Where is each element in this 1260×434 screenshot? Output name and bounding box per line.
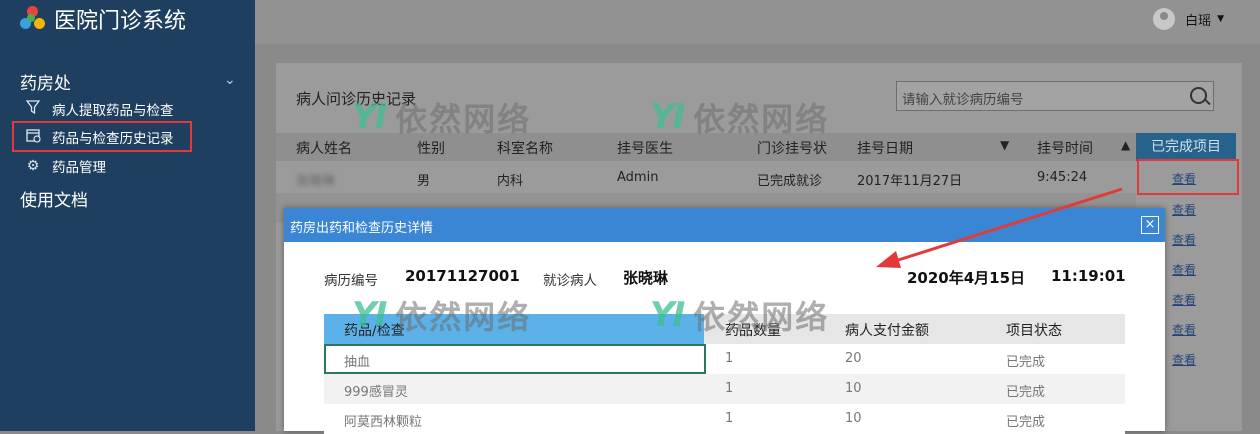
annotation-arrow-icon [876,187,1123,268]
